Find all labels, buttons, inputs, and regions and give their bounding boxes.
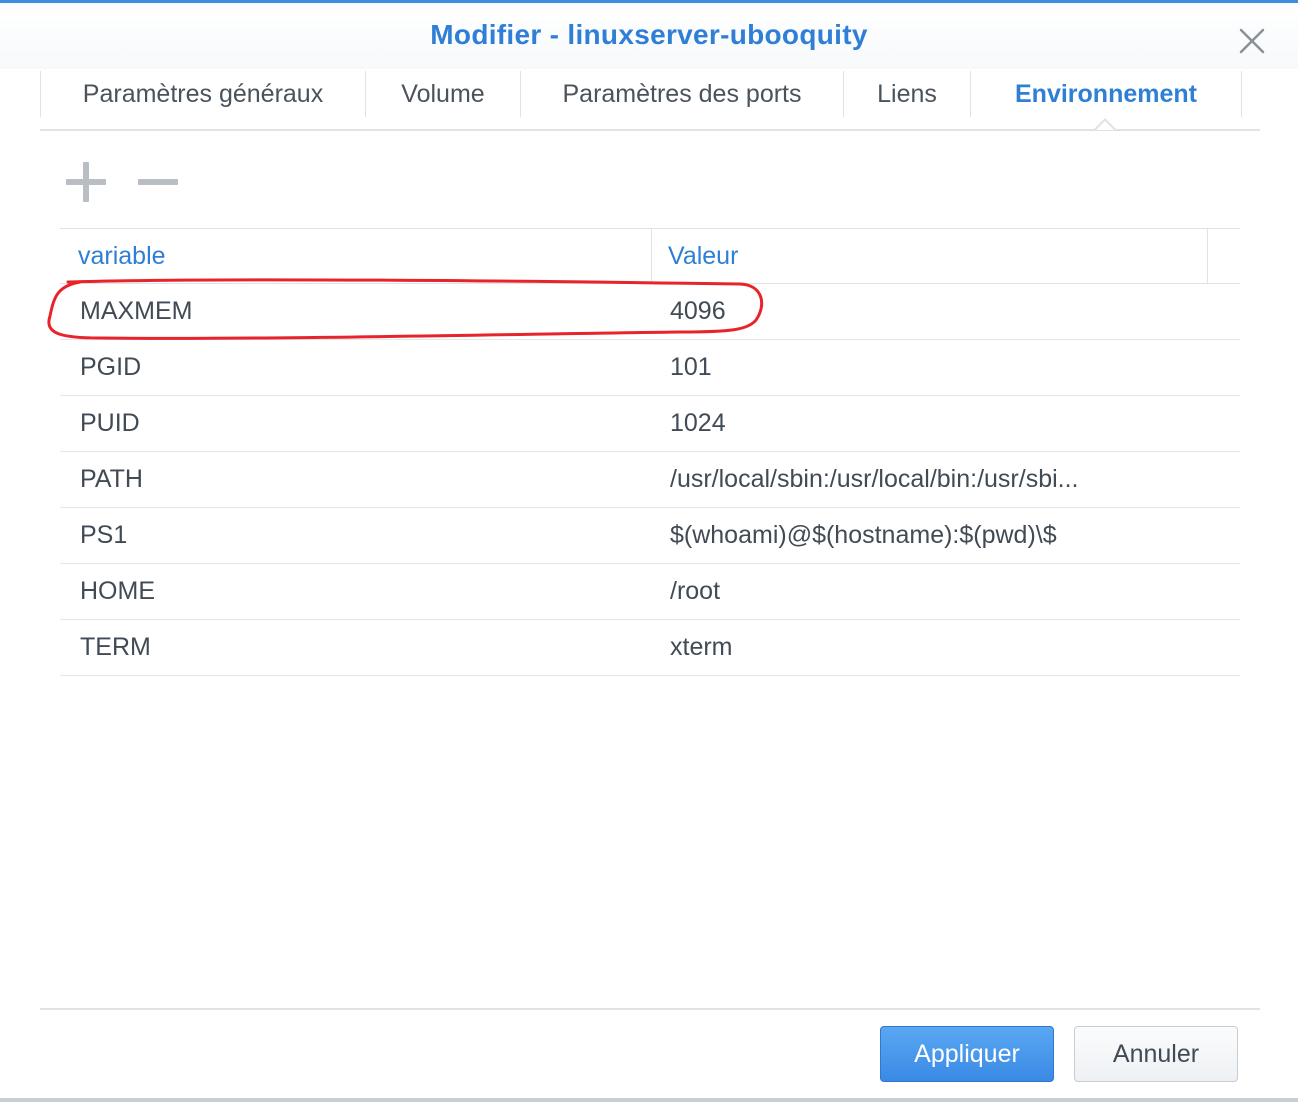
variable-value: 1024 [670,409,726,437]
dialog-bottom-edge [0,1098,1298,1102]
tab-bar: Paramètres généraux Volume Paramètres de… [40,69,1260,131]
table-row[interactable]: PS1 $(whoami)@$(hostname):$(pwd)\$ [60,508,1240,564]
tab-links[interactable]: Liens [844,69,970,119]
tab-environment[interactable]: Environnement [971,69,1241,119]
variable-name: HOME [80,577,155,605]
table-row[interactable]: PATH /usr/local/sbin:/usr/local/bin:/usr… [60,452,1240,508]
close-button[interactable] [1236,25,1268,57]
table-row[interactable]: PGID 101 [60,340,1240,396]
variable-name: PUID [80,409,140,437]
variable-name: TERM [80,633,151,661]
plus-icon [66,162,106,202]
variable-name: PS1 [80,521,128,549]
table-row[interactable]: MAXMEM 4096 [60,284,1240,340]
variable-name: MAXMEM [80,297,193,325]
variable-value: /root [670,577,721,605]
tab-general-settings[interactable]: Paramètres généraux [41,69,365,119]
column-header-variable[interactable]: variable [78,229,166,283]
cancel-button[interactable]: Annuler [1074,1026,1238,1082]
column-header-value[interactable]: Valeur [668,229,738,283]
variable-name: PGID [80,353,142,381]
footer-divider [40,1008,1260,1010]
table-row[interactable]: PUID 1024 [60,396,1240,452]
remove-variable-button[interactable] [136,160,180,204]
edit-container-dialog: Modifier - linuxserver-ubooquity Paramèt… [0,0,1298,1102]
tab-separator [1241,71,1242,117]
close-icon [1239,28,1265,54]
add-variable-button[interactable] [64,160,108,204]
variable-value: $(whoami)@$(hostname):$(pwd)\$ [670,521,1057,549]
table-header: variable Valeur [60,228,1240,284]
dialog-title: Modifier - linuxserver-ubooquity [430,19,868,50]
tab-volume[interactable]: Volume [366,69,520,119]
table-row[interactable]: TERM xterm [60,620,1240,676]
column-separator[interactable] [1207,229,1208,283]
title-bar: Modifier - linuxserver-ubooquity [0,3,1298,69]
variable-value: 101 [670,353,712,381]
apply-button[interactable]: Appliquer [880,1026,1054,1082]
environment-variables-table: variable Valeur MAXMEM 4096 PGID 101 PUI… [60,228,1240,676]
active-tab-indicator [1094,118,1116,130]
variable-value: xterm [670,633,733,661]
minus-icon [138,179,178,185]
variable-name: PATH [80,465,143,493]
variable-value: /usr/local/sbin:/usr/local/bin:/usr/sbi.… [670,465,1079,493]
variable-value: 4096 [670,297,726,325]
column-separator[interactable] [651,229,652,283]
table-row[interactable]: HOME /root [60,564,1240,620]
tab-port-settings[interactable]: Paramètres des ports [521,69,843,119]
